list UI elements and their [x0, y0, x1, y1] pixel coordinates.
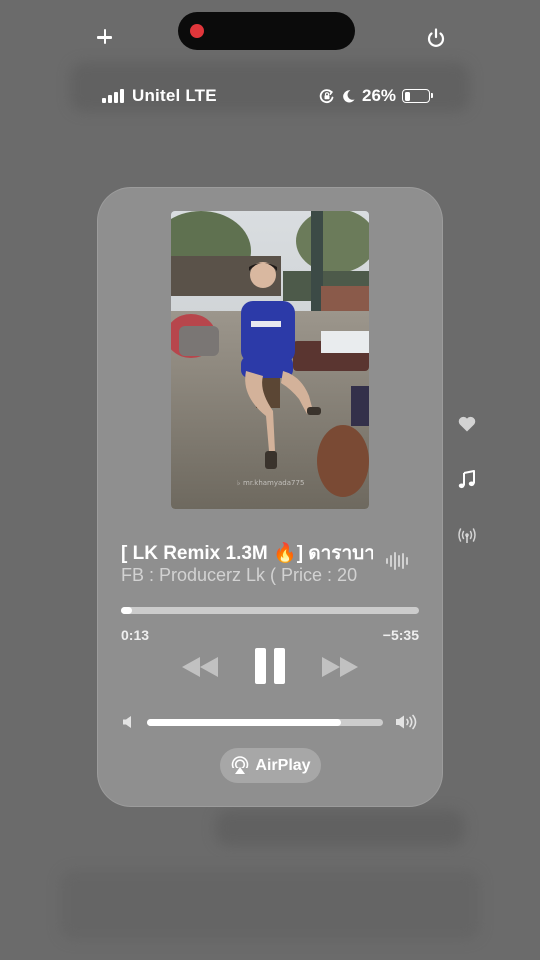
dynamic-island	[178, 12, 355, 50]
playback-progress-bar[interactable]	[121, 607, 419, 614]
status-bar-left: Unitel LTE	[102, 85, 217, 107]
battery-icon	[402, 89, 434, 103]
playback-progress-fill	[121, 607, 133, 614]
fast-forward-button[interactable]	[320, 655, 360, 679]
album-artwork[interactable]: ♭ mr.khamyada775	[171, 211, 369, 509]
artwork-watermark: mr.khamyada775	[243, 479, 304, 487]
airplay-button[interactable]: AirPlay	[220, 748, 321, 783]
song-artist[interactable]: FB : Producerz Lk ( Price : 20	[121, 565, 373, 586]
broadcast-icon[interactable]	[457, 526, 477, 546]
song-title[interactable]: [ LK Remix 1.3M 🔥] ดาราบาว	[121, 538, 373, 568]
power-icon[interactable]	[425, 27, 447, 49]
heart-icon[interactable]	[457, 414, 477, 434]
rotation-lock-icon	[319, 89, 334, 104]
status-bar-right: 26%	[319, 84, 434, 108]
blurred-background-bar	[215, 810, 465, 846]
waveform-icon	[386, 552, 408, 570]
remaining-time: −5:35	[382, 627, 419, 643]
airplay-icon	[231, 755, 250, 776]
airplay-label: AirPlay	[255, 756, 311, 774]
volume-high-icon	[396, 714, 417, 730]
signal-strength-icon	[102, 89, 124, 103]
volume-slider-fill	[147, 719, 341, 726]
carrier-name: Unitel LTE	[132, 86, 217, 105]
recording-indicator	[190, 24, 204, 38]
volume-low-icon	[123, 716, 131, 728]
pause-button[interactable]	[255, 648, 285, 686]
moon-icon	[343, 89, 355, 102]
rewind-button[interactable]	[180, 655, 220, 679]
volume-slider[interactable]	[147, 719, 383, 726]
add-button[interactable]	[94, 26, 116, 48]
music-note-icon[interactable]	[457, 470, 477, 490]
blurred-background-dock	[60, 870, 480, 940]
svg-text:♭: ♭	[237, 479, 240, 487]
now-playing-card: ♭ mr.khamyada775 [ LK Remix 1.3M 🔥] ดารา…	[97, 187, 443, 807]
elapsed-time: 0:13	[121, 627, 150, 643]
battery-percentage: 26%	[362, 86, 397, 105]
